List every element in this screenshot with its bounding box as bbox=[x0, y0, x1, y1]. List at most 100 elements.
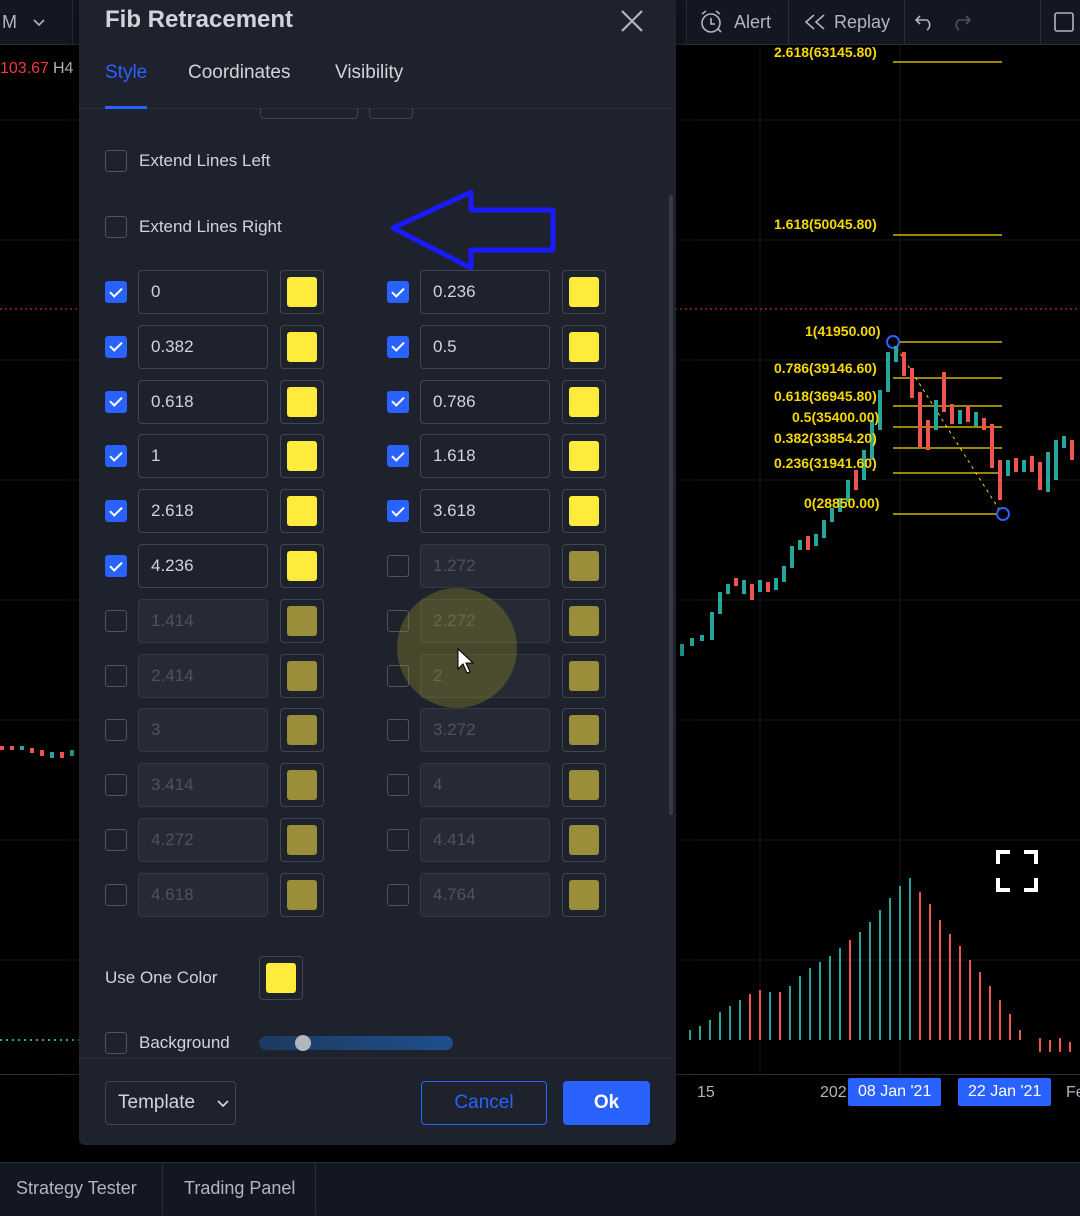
level-color-swatch[interactable] bbox=[280, 872, 324, 917]
level-enabled-checkbox[interactable] bbox=[387, 335, 409, 358]
fullscreen-icon[interactable] bbox=[996, 850, 1038, 892]
level-color-swatch[interactable] bbox=[562, 544, 606, 588]
level-color-swatch[interactable] bbox=[562, 489, 606, 534]
tab-trading-panel[interactable]: Trading Panel bbox=[184, 1162, 295, 1215]
level-color-swatch[interactable] bbox=[280, 598, 324, 643]
replay-button[interactable]: Replay bbox=[802, 0, 890, 44]
level-enabled-checkbox[interactable] bbox=[387, 500, 409, 523]
square-icon bbox=[1054, 12, 1074, 32]
level-value-input[interactable]: 4 bbox=[420, 763, 550, 808]
level-enabled-checkbox[interactable] bbox=[105, 829, 127, 851]
level-enabled-checkbox[interactable] bbox=[105, 500, 127, 523]
level-color-swatch[interactable] bbox=[280, 324, 324, 369]
level-value-input[interactable]: 4.618 bbox=[138, 872, 268, 917]
level-enabled-checkbox[interactable] bbox=[105, 719, 127, 742]
level-color-swatch[interactable] bbox=[280, 818, 324, 862]
background-checkbox[interactable]: Background bbox=[105, 1032, 230, 1054]
dialog-title: Fib Retracement bbox=[105, 6, 294, 33]
template-dropdown[interactable]: Template bbox=[105, 1081, 236, 1125]
level-value-input[interactable]: 3 bbox=[138, 708, 268, 753]
tab-visibility[interactable]: Visibility bbox=[335, 62, 403, 108]
level-color-swatch[interactable] bbox=[562, 653, 606, 698]
level-value-input[interactable]: 3.618 bbox=[420, 489, 550, 534]
level-enabled-checkbox[interactable] bbox=[387, 883, 409, 906]
level-color-swatch[interactable] bbox=[562, 872, 606, 917]
level-color-swatch[interactable] bbox=[562, 434, 606, 479]
redo-button[interactable] bbox=[950, 0, 972, 44]
level-color-swatch[interactable] bbox=[562, 598, 606, 643]
level-enabled-checkbox[interactable] bbox=[387, 555, 409, 577]
level-enabled-checkbox[interactable] bbox=[387, 281, 409, 303]
slider-handle[interactable] bbox=[295, 1035, 311, 1051]
level-color-swatch[interactable] bbox=[562, 708, 606, 753]
level-color-swatch[interactable] bbox=[280, 489, 324, 534]
level-color-swatch[interactable] bbox=[562, 324, 606, 369]
level-value-input[interactable]: 2.618 bbox=[138, 489, 268, 534]
level-color-swatch[interactable] bbox=[562, 270, 606, 314]
level-value-input[interactable]: 0.5 bbox=[420, 324, 550, 369]
level-enabled-checkbox[interactable] bbox=[387, 829, 409, 851]
level-enabled-checkbox[interactable] bbox=[105, 774, 127, 797]
extend-lines-left-checkbox[interactable]: Extend Lines Left bbox=[105, 150, 270, 172]
dialog-scrollbar[interactable] bbox=[669, 195, 673, 815]
tab-style[interactable]: Style bbox=[105, 62, 148, 109]
level-color-swatch[interactable] bbox=[562, 818, 606, 862]
level-color-swatch[interactable] bbox=[562, 763, 606, 808]
level-color-swatch[interactable] bbox=[280, 544, 324, 588]
level-value-input[interactable]: 4.414 bbox=[420, 818, 550, 862]
level-value-input[interactable]: 3.272 bbox=[420, 708, 550, 753]
level-enabled-checkbox[interactable] bbox=[387, 719, 409, 742]
level-color-swatch[interactable] bbox=[280, 434, 324, 479]
level-enabled-checkbox[interactable] bbox=[105, 281, 127, 303]
level-color-swatch[interactable] bbox=[280, 379, 324, 424]
level-enabled-checkbox[interactable] bbox=[105, 445, 127, 468]
level-enabled-checkbox[interactable] bbox=[105, 609, 127, 632]
level-enabled-checkbox[interactable] bbox=[105, 335, 127, 358]
checkbox[interactable] bbox=[105, 216, 127, 238]
background-opacity-slider[interactable] bbox=[259, 1036, 453, 1050]
level-color-swatch[interactable] bbox=[562, 379, 606, 424]
checkbox[interactable] bbox=[105, 150, 127, 172]
level-value-input[interactable]: 1.618 bbox=[420, 434, 550, 479]
alert-button[interactable]: Alert bbox=[698, 0, 771, 44]
clipped-input bbox=[260, 108, 358, 119]
level-value-input[interactable]: 0 bbox=[138, 270, 268, 314]
level-enabled-checkbox[interactable] bbox=[105, 664, 127, 687]
level-enabled-checkbox[interactable] bbox=[387, 774, 409, 797]
level-value-input[interactable]: 3.414 bbox=[138, 763, 268, 808]
cancel-button[interactable]: Cancel bbox=[421, 1081, 547, 1125]
checkbox[interactable] bbox=[105, 1032, 127, 1054]
level-value-input[interactable]: 0.618 bbox=[138, 379, 268, 424]
level-value-input[interactable]: 1 bbox=[138, 434, 268, 479]
level-enabled-checkbox[interactable] bbox=[105, 883, 127, 906]
tab-coordinates[interactable]: Coordinates bbox=[188, 62, 290, 108]
level-value-input[interactable]: 1.414 bbox=[138, 598, 268, 643]
level-color-swatch[interactable] bbox=[280, 270, 324, 314]
level-value-input[interactable]: 0.786 bbox=[420, 379, 550, 424]
level-enabled-checkbox[interactable] bbox=[105, 555, 127, 577]
level-color-swatch[interactable] bbox=[280, 708, 324, 753]
level-enabled-checkbox[interactable] bbox=[387, 445, 409, 468]
layout-button[interactable] bbox=[1052, 0, 1076, 44]
level-value-input[interactable]: 0.236 bbox=[420, 270, 550, 314]
interval-selector[interactable]: M bbox=[2, 0, 47, 44]
level-value-input[interactable]: 4.272 bbox=[138, 818, 268, 862]
tab-strategy-tester[interactable]: Strategy Tester bbox=[16, 1162, 137, 1215]
level-value-input[interactable]: 2.414 bbox=[138, 653, 268, 698]
level-value-input[interactable]: 1.272 bbox=[420, 544, 550, 588]
fib-level-label: 0(28850.00) bbox=[804, 495, 880, 511]
fib-level-label: 0.618(36945.80) bbox=[774, 388, 877, 404]
level-value-input[interactable]: 4.236 bbox=[138, 544, 268, 588]
level-color-swatch[interactable] bbox=[280, 653, 324, 698]
level-enabled-checkbox[interactable] bbox=[387, 390, 409, 413]
level-color-swatch[interactable] bbox=[280, 763, 324, 808]
ok-button[interactable]: Ok bbox=[563, 1081, 650, 1125]
clipped-input bbox=[369, 108, 413, 119]
close-icon[interactable] bbox=[617, 6, 647, 36]
level-value-input[interactable]: 4.764 bbox=[420, 872, 550, 917]
level-value-input[interactable]: 0.382 bbox=[138, 324, 268, 369]
use-one-color-swatch[interactable] bbox=[259, 956, 303, 1000]
undo-button[interactable] bbox=[914, 0, 936, 44]
extend-lines-right-checkbox[interactable]: Extend Lines Right bbox=[105, 216, 282, 238]
level-enabled-checkbox[interactable] bbox=[105, 390, 127, 413]
